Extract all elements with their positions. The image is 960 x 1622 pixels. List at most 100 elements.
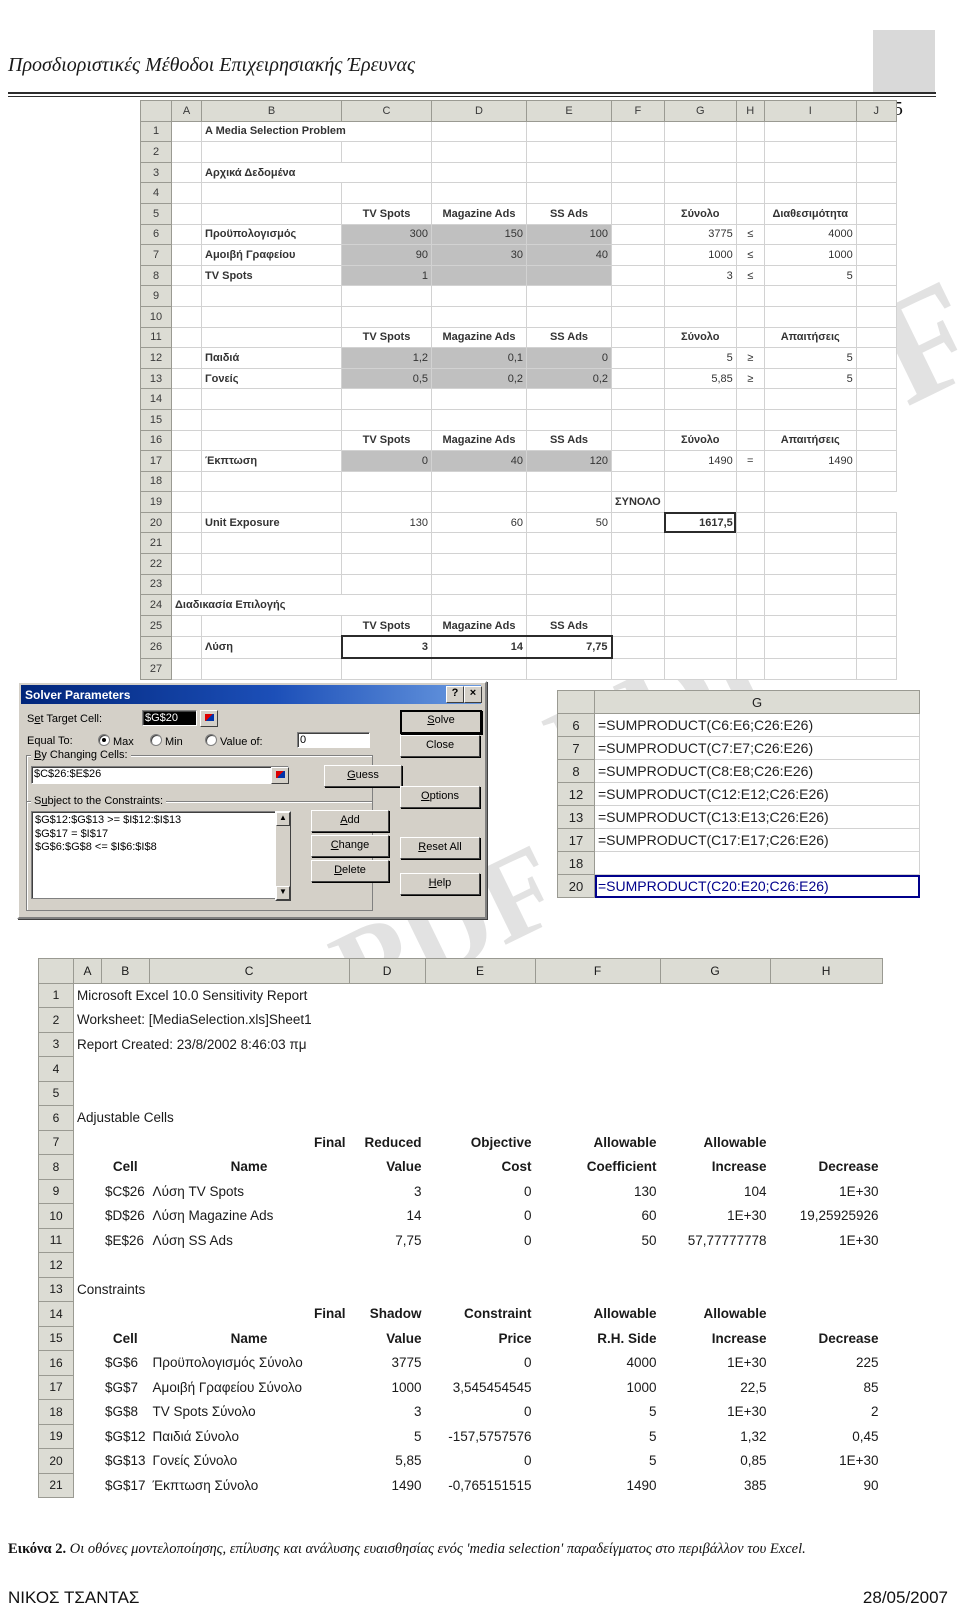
- formula-cell-17[interactable]: =SUMPRODUCT(C17:E17;C26:E26): [594, 828, 920, 852]
- cell[interactable]: [855, 511, 897, 534]
- formula-cell-6[interactable]: =SUMPRODUCT(C6:E6;C26:E26): [594, 713, 920, 737]
- cell[interactable]: [855, 305, 897, 328]
- cell-header-total[interactable]: Σύνολο: [663, 326, 737, 349]
- spreadsheet-row[interactable]: 12 Παιδιά 1,2 0,1 0 5 ≥5: [140, 347, 897, 369]
- cell[interactable]: [102, 1130, 150, 1155]
- cell[interactable]: [855, 347, 897, 369]
- final-value[interactable]: 5,85: [349, 1449, 425, 1474]
- empty-row[interactable]: 4: [38, 1056, 883, 1082]
- formula-cell-7[interactable]: =SUMPRODUCT(C7:E7;C26:E26): [594, 736, 920, 760]
- cell[interactable]: [735, 161, 765, 184]
- cell-value-ss-ads[interactable]: 50: [526, 511, 612, 534]
- cell-value-magazine-ads[interactable]: 60: [431, 511, 527, 534]
- cell[interactable]: [735, 470, 765, 493]
- cell-value-tv-spots[interactable]: 1,2: [341, 347, 432, 369]
- report-row[interactable]: 8 Cell Name Value Cost Coefficient Increase Dec…: [38, 1154, 883, 1180]
- cell-total[interactable]: 5,85: [663, 367, 737, 390]
- cell[interactable]: [341, 141, 432, 163]
- cell-value-ss-ads[interactable]: 40: [526, 244, 612, 266]
- cell[interactable]: [855, 285, 897, 307]
- cell-name[interactable]: Έκπτωση Σύνολο: [149, 1473, 349, 1498]
- cell-row-label[interactable]: Προϋπολογισμός: [201, 223, 342, 246]
- cell[interactable]: [663, 161, 737, 184]
- cell[interactable]: [201, 429, 342, 452]
- row-header-17[interactable]: 17: [557, 828, 595, 852]
- cell[interactable]: [171, 470, 202, 493]
- cell[interactable]: [855, 202, 897, 225]
- spreadsheet-row[interactable]: 19 ΣΥΝΟΛΟ: [140, 491, 897, 513]
- cell[interactable]: [611, 161, 665, 184]
- reduced-cost[interactable]: 0: [425, 1204, 535, 1229]
- cell[interactable]: [611, 614, 665, 637]
- row-header-19[interactable]: 19: [140, 491, 172, 513]
- column-header-F[interactable]: F: [534, 958, 661, 984]
- cell[interactable]: [663, 573, 737, 596]
- spreadsheet-row[interactable]: 20 Unit Exposure 130 60 50 1617,5: [140, 511, 897, 534]
- formula-row[interactable]: 17 =SUMPRODUCT(C17:E17;C26:E26): [557, 828, 920, 852]
- cell-header-tv-spots[interactable]: TV Spots: [341, 326, 432, 349]
- row-header-13[interactable]: 13: [140, 367, 172, 390]
- cell[interactable]: [74, 1473, 102, 1498]
- cell[interactable]: [171, 223, 202, 246]
- column-header-D[interactable]: D: [348, 958, 426, 984]
- cell-rhs[interactable]: 1490: [763, 450, 857, 472]
- header-cell[interactable]: Cell: [102, 1326, 150, 1351]
- cell[interactable]: [74, 1326, 102, 1351]
- cell[interactable]: [770, 1130, 882, 1155]
- cell-relation[interactable]: [735, 635, 765, 659]
- row-header-6[interactable]: 6: [557, 713, 595, 737]
- cell[interactable]: [763, 470, 857, 493]
- header-shadow[interactable]: Shadow: [349, 1302, 425, 1327]
- cell[interactable]: [735, 553, 765, 575]
- cell[interactable]: [611, 532, 665, 555]
- cell[interactable]: [855, 120, 897, 143]
- cell[interactable]: [663, 182, 737, 204]
- delete-button[interactable]: Delete: [311, 860, 389, 882]
- cell[interactable]: [735, 326, 765, 349]
- spreadsheet-row[interactable]: 24 Διαδικασία Επιλογής: [140, 594, 897, 616]
- cell[interactable]: [611, 367, 665, 390]
- cell-ref[interactable]: $G$6: [102, 1351, 150, 1376]
- cell[interactable]: [611, 141, 665, 163]
- cell-rhs[interactable]: 5: [763, 264, 857, 287]
- row-header-21[interactable]: 21: [38, 1472, 74, 1498]
- cell[interactable]: [201, 657, 342, 680]
- row-header-20[interactable]: 20: [557, 874, 595, 898]
- spreadsheet-row[interactable]: 23: [140, 573, 897, 596]
- cell-value-magazine-ads[interactable]: 150: [431, 223, 527, 246]
- row-header-13[interactable]: 13: [557, 805, 595, 829]
- cell-total[interactable]: 3775: [663, 223, 737, 246]
- header-value[interactable]: Value: [349, 1326, 425, 1351]
- report-row[interactable]: 21 $G$17 Έκπτωση Σύνολο 1490 -0,765151515 149…: [38, 1472, 883, 1498]
- close-button[interactable]: Close: [400, 735, 480, 757]
- cell[interactable]: [171, 347, 202, 369]
- cell-total[interactable]: 5: [663, 347, 737, 369]
- cell[interactable]: [611, 285, 665, 307]
- row-header-15[interactable]: 15: [38, 1325, 74, 1351]
- report-row[interactable]: 7 Final Reduced Objective Allowable Allowable: [38, 1129, 883, 1155]
- cell[interactable]: [431, 594, 527, 616]
- final-value[interactable]: 5: [349, 1424, 425, 1449]
- allowable-decrease[interactable]: 225: [770, 1351, 882, 1376]
- cell[interactable]: [526, 573, 612, 596]
- cell-header-ss-ads[interactable]: SS Ads: [526, 202, 612, 225]
- row-header-18[interactable]: 18: [557, 851, 595, 875]
- value-of-input[interactable]: 0: [297, 732, 370, 748]
- cell-name[interactable]: Προϋπολογισμός Σύνολο: [149, 1351, 349, 1376]
- cell[interactable]: [431, 182, 527, 204]
- allowable-decrease[interactable]: 1E+30: [770, 1179, 882, 1204]
- row-header-12[interactable]: 12: [38, 1252, 74, 1278]
- cell[interactable]: [341, 491, 432, 513]
- cell[interactable]: [526, 657, 612, 680]
- cell[interactable]: [171, 141, 202, 163]
- cell[interactable]: [171, 326, 202, 349]
- cell-relation[interactable]: [735, 511, 765, 534]
- cell[interactable]: [611, 120, 665, 143]
- constraint-item[interactable]: $G$6:$G$8 <= $I$6:$I$8: [35, 841, 285, 855]
- cell[interactable]: [611, 244, 665, 266]
- shadow-price[interactable]: 0: [425, 1351, 535, 1376]
- cell[interactable]: [201, 532, 342, 555]
- cell-relation[interactable]: =: [735, 450, 765, 472]
- cell[interactable]: [611, 388, 665, 410]
- cell[interactable]: [763, 388, 857, 410]
